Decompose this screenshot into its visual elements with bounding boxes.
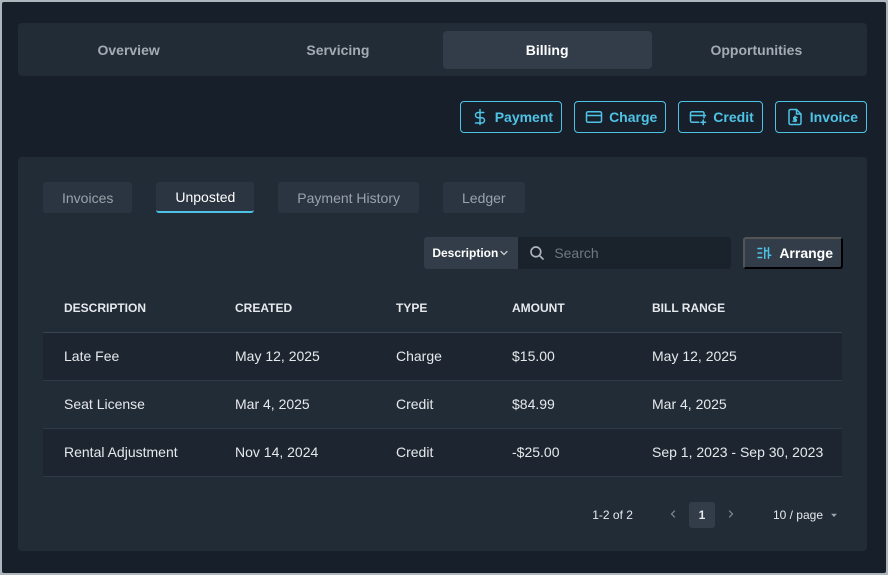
search-box: [518, 237, 732, 269]
column-header-type[interactable]: TYPE: [375, 285, 491, 333]
cell-created: Nov 14, 2024: [214, 428, 375, 477]
invoice-button-label: Invoice: [809, 109, 858, 125]
subtab-unposted[interactable]: Unposted: [156, 182, 255, 213]
table-row[interactable]: Rental Adjustment Nov 14, 2024 Credit -$…: [43, 428, 842, 477]
app-window: Overview Servicing Billing Opportunities…: [2, 2, 886, 573]
caret-down-icon: [831, 513, 837, 518]
cell-type: Credit: [375, 380, 491, 429]
page-size-select[interactable]: 10 / page: [773, 508, 839, 522]
credit-button-label: Credit: [713, 109, 754, 125]
table-header-row: DESCRIPTION CREATED TYPE AMOUNT BILL RAN…: [43, 285, 842, 333]
unposted-table: DESCRIPTION CREATED TYPE AMOUNT BILL RAN…: [43, 285, 842, 477]
next-page-button[interactable]: [719, 507, 743, 523]
table-row[interactable]: Seat License Mar 4, 2025 Credit $84.99 M…: [43, 380, 842, 429]
cell-bill-range: May 12, 2025: [631, 332, 842, 381]
pagination-range: 1-2 of 2: [592, 508, 633, 522]
cell-description: Rental Adjustment: [43, 428, 214, 477]
subtab-invoices[interactable]: Invoices: [43, 182, 133, 213]
tab-billing[interactable]: Billing: [442, 30, 652, 69]
search-group: Description: [424, 237, 732, 269]
table-toolbar: Description Arrange: [424, 237, 843, 269]
cell-created: May 12, 2025: [214, 332, 375, 381]
column-header-description[interactable]: DESCRIPTION: [43, 285, 214, 333]
billing-subtabs: Invoices Unposted Payment History Ledger: [43, 182, 525, 213]
search-field-select[interactable]: Description: [424, 237, 519, 269]
chevron-right-icon: [728, 510, 734, 518]
cell-description: Seat License: [43, 380, 214, 429]
table-row[interactable]: Late Fee May 12, 2025 Charge $15.00 May …: [43, 332, 842, 381]
cell-amount: $84.99: [491, 380, 631, 429]
invoice-document-icon: [788, 108, 802, 126]
credit-button[interactable]: Credit: [678, 101, 763, 133]
charge-button[interactable]: Charge: [574, 101, 667, 133]
top-nav: Overview Servicing Billing Opportunities: [18, 23, 867, 76]
search-field-value: Description: [432, 246, 499, 260]
column-header-bill-range[interactable]: BILL RANGE: [631, 285, 842, 333]
cell-bill-range: Sep 1, 2023 - Sep 30, 2023: [631, 428, 842, 477]
pagination: 1-2 of 2 1 10 / page: [592, 502, 839, 528]
tab-servicing[interactable]: Servicing: [233, 31, 442, 69]
dollar-icon: [474, 108, 485, 126]
subtab-ledger[interactable]: Ledger: [443, 182, 525, 213]
charge-button-label: Charge: [609, 109, 658, 125]
chevron-down-icon: [500, 250, 508, 256]
cell-bill-range: Mar 4, 2025: [631, 380, 842, 429]
card-plus-icon: [690, 111, 707, 126]
prev-page-button[interactable]: [661, 507, 685, 523]
billing-panel: Invoices Unposted Payment History Ledger…: [18, 157, 867, 551]
cell-description: Late Fee: [43, 332, 214, 381]
payment-button-label: Payment: [494, 109, 554, 125]
subtab-payment-history[interactable]: Payment History: [278, 182, 419, 213]
cell-type: Credit: [375, 428, 491, 477]
page-button-current[interactable]: 1: [688, 502, 715, 528]
payment-button[interactable]: Payment: [459, 101, 563, 133]
tab-overview[interactable]: Overview: [24, 31, 233, 69]
tab-opportunities[interactable]: Opportunities: [652, 31, 861, 69]
cell-created: Mar 4, 2025: [214, 380, 375, 429]
cell-type: Charge: [375, 332, 491, 381]
search-input[interactable]: [554, 245, 715, 261]
column-header-amount[interactable]: AMOUNT: [491, 285, 631, 333]
column-header-created[interactable]: CREATED: [214, 285, 375, 333]
credit-card-icon: [585, 111, 603, 123]
search-icon: [530, 246, 545, 260]
arrange-button-label: Arrange: [779, 245, 833, 261]
cell-amount: $15.00: [491, 332, 631, 381]
cell-amount: -$25.00: [491, 428, 631, 477]
action-buttons: Payment Charge Credit Invoice: [459, 101, 867, 133]
sliders-icon: [757, 247, 772, 259]
arrange-button[interactable]: Arrange: [743, 237, 843, 269]
invoice-button[interactable]: Invoice: [774, 101, 867, 133]
chevron-left-icon: [670, 510, 676, 518]
page-size-value: 10 / page: [772, 508, 823, 522]
